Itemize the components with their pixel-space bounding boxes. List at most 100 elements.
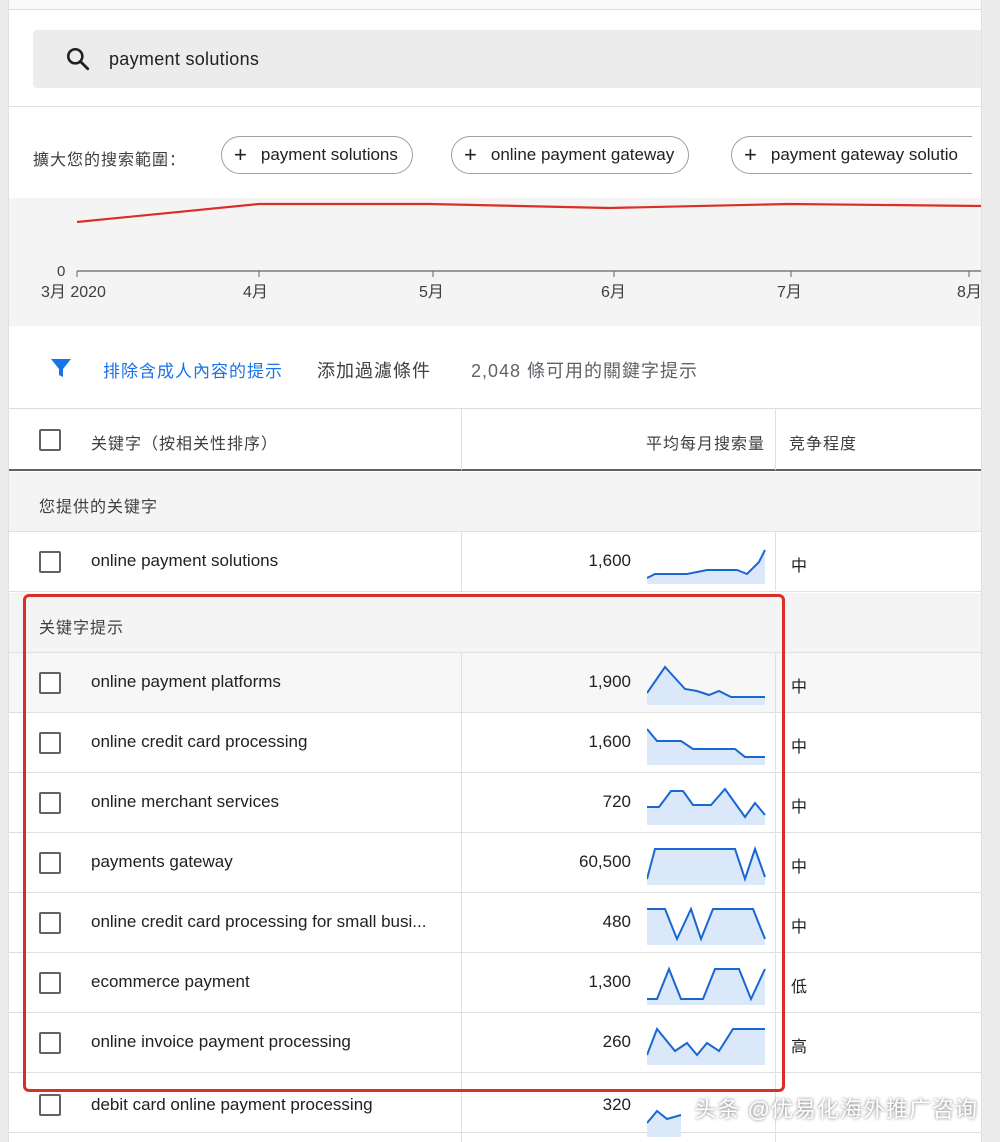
trend-sparkline <box>647 787 766 825</box>
table-row[interactable]: online merchant services 720 中 <box>9 773 981 833</box>
x-label: 5月 <box>419 284 444 301</box>
keyword-cell: online payment platforms <box>91 672 281 691</box>
volume-cell: 1,300 <box>588 972 631 991</box>
column-divider <box>461 532 462 592</box>
table-header: 关键字（按相关性排序） 平均每月搜索量 竞争程度 <box>9 408 981 471</box>
table-row[interactable]: ecommerce payment 1,300 低 <box>9 953 981 1013</box>
column-divider <box>775 773 776 833</box>
search-input[interactable]: payment solutions <box>109 49 259 70</box>
divider <box>9 106 981 107</box>
group-label: 您提供的关键字 <box>39 499 159 516</box>
trend-sparkline <box>647 966 766 1005</box>
header-keyword[interactable]: 关键字（按相关性排序） <box>91 430 278 454</box>
volume-cell: 1,600 <box>588 732 631 751</box>
column-divider <box>461 713 462 773</box>
chip-online-payment-gateway[interactable]: + online payment gateway <box>451 136 690 174</box>
keyword-cell: payments gateway <box>91 852 233 871</box>
competition-cell: 中 <box>791 679 808 696</box>
available-count: 2,048 條可用的關鍵字提示 <box>471 361 699 381</box>
trend-chart-svg: 0 3月 2020 4月 5月 6月 7月 8月 <box>41 202 982 301</box>
column-divider <box>775 893 776 953</box>
chip-label: online payment gateway <box>490 145 675 164</box>
trend-line <box>76 202 981 224</box>
group-provided: 您提供的关键字 <box>9 472 981 532</box>
keyword-cell: online payment solutions <box>91 551 279 570</box>
group-label: 关键字提示 <box>39 620 125 637</box>
competition-cell: 中 <box>791 919 808 936</box>
volume-cell: 480 <box>602 912 631 931</box>
trend-sparkline <box>647 845 766 885</box>
header-competition[interactable]: 竞争程度 <box>789 430 857 454</box>
competition-cell: 低 <box>791 979 808 996</box>
competition-cell: 中 <box>791 558 808 575</box>
competition-cell: 中 <box>791 739 808 756</box>
row-checkbox[interactable] <box>39 852 61 874</box>
exclude-adult-link[interactable]: 排除含成人內容的提示 <box>103 357 283 382</box>
column-divider <box>775 713 776 773</box>
trend-sparkline <box>647 665 765 705</box>
trend-sparkline <box>647 728 765 765</box>
select-all-checkbox[interactable] <box>39 429 61 451</box>
table-row[interactable]: online credit card processing 1,600 中 <box>9 713 981 773</box>
x-label: 6月 <box>601 284 626 301</box>
keyword-cell: debit card online payment processing <box>91 1095 373 1114</box>
keyword-cell: online credit card processing <box>91 732 308 751</box>
plus-icon: + <box>464 142 477 167</box>
y-zero-label: 0 <box>57 263 65 280</box>
broaden-label: 擴大您的搜索範圍： <box>33 152 187 169</box>
trend-chart: 0 3月 2020 4月 5月 6月 7月 8月 <box>9 198 981 326</box>
column-divider <box>461 653 462 713</box>
keyword-cell: online invoice payment processing <box>91 1032 351 1051</box>
column-divider <box>775 532 776 592</box>
add-filter-button[interactable]: 添加過濾條件 <box>317 357 431 383</box>
header-avg-monthly[interactable]: 平均每月搜索量 <box>646 430 765 454</box>
trend-sparkline <box>647 906 766 945</box>
row-checkbox[interactable] <box>39 551 61 573</box>
competition-cell: 高 <box>791 1039 808 1056</box>
x-label: 3月 2020 <box>41 284 106 301</box>
column-divider <box>461 953 462 1013</box>
plus-icon: + <box>234 142 247 167</box>
search-icon <box>66 47 90 71</box>
volume-cell: 1,600 <box>588 551 631 570</box>
volume-cell: 260 <box>602 1032 631 1051</box>
trend-sparkline <box>647 1027 765 1065</box>
row-checkbox[interactable] <box>39 732 61 754</box>
row-checkbox[interactable] <box>39 672 61 694</box>
row-checkbox[interactable] <box>39 1032 61 1054</box>
keyword-cell: ecommerce payment <box>91 972 250 991</box>
column-divider <box>775 653 776 713</box>
column-divider <box>461 773 462 833</box>
table-row[interactable]: online payment platforms 1,900 中 <box>9 653 981 713</box>
x-label: 7月 <box>777 284 802 301</box>
keyword-planner-panel: payment solutions 擴大您的搜索範圍： + payment so… <box>8 0 982 1142</box>
row-checkbox[interactable] <box>39 912 61 934</box>
row-checkbox[interactable] <box>39 1094 61 1116</box>
x-label: 4月 <box>243 284 268 301</box>
chip-label: payment solutions <box>260 145 398 164</box>
volume-cell: 320 <box>602 1095 631 1114</box>
filter-icon[interactable] <box>49 356 73 380</box>
column-divider <box>775 953 776 1013</box>
keyword-cell: online credit card processing for small … <box>91 912 427 931</box>
chip-label: payment gateway solutio <box>770 145 958 164</box>
top-strip <box>9 0 981 10</box>
competition-cell: 中 <box>791 799 808 816</box>
x-label: 8月 <box>957 284 982 301</box>
group-ideas: 关键字提示 <box>9 593 981 653</box>
table-row[interactable]: online payment solutions 1,600 中 <box>9 532 981 592</box>
table-row[interactable]: payments gateway 60,500 中 <box>9 833 981 893</box>
row-checkbox[interactable] <box>39 792 61 814</box>
search-bar[interactable]: payment solutions <box>33 30 981 88</box>
row-checkbox[interactable] <box>39 972 61 994</box>
watermark: 头条 @优易化海外推广咨询 <box>694 1097 978 1122</box>
volume-cell: 60,500 <box>579 852 631 871</box>
volume-cell: 720 <box>602 792 631 811</box>
column-divider <box>775 1013 776 1073</box>
competition-cell: 中 <box>791 859 808 876</box>
table-row[interactable]: online credit card processing for small … <box>9 893 981 953</box>
chip-payment-solutions[interactable]: + payment solutions <box>221 136 413 174</box>
table-row[interactable]: online invoice payment processing 260 高 <box>9 1013 981 1073</box>
column-divider <box>775 833 776 893</box>
chip-payment-gateway-solutions[interactable]: + payment gateway solutio <box>731 136 972 174</box>
